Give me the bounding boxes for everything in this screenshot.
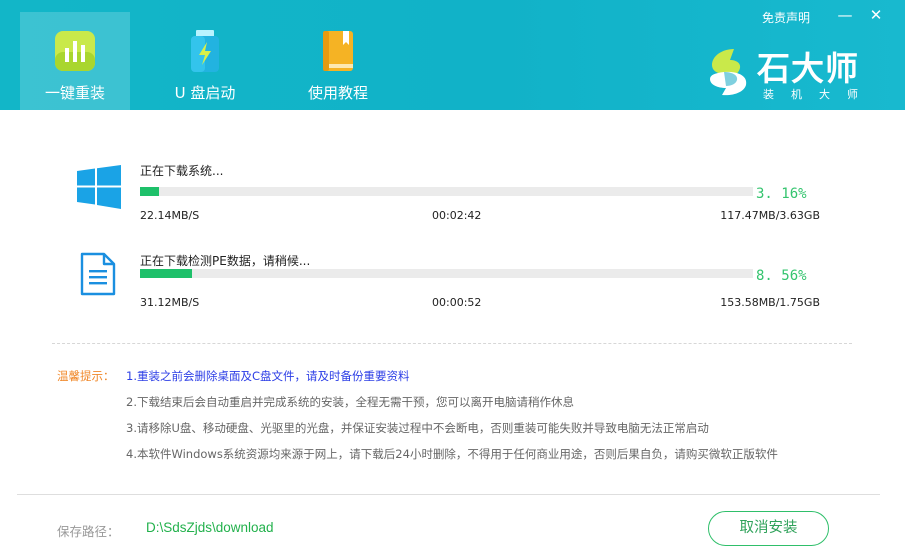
brand-logo-icon [710, 49, 747, 96]
tab-label: U 盘启动 [174, 84, 236, 102]
remaining-time: 00:00:52 [432, 296, 482, 309]
divider [17, 494, 880, 495]
tip-line: 3.请移除U盘、移动硬盘、光驱里的光盘，并保证安装过程中不会断电，否则重装可能失… [126, 421, 709, 435]
download-size: 117.47MB/3.63GB [720, 209, 820, 222]
download-title: 正在下载系统... [140, 164, 224, 178]
save-path-value[interactable]: D:\SdsZjds\download [146, 520, 274, 535]
divider [52, 343, 852, 344]
download-title: 正在下载检测PE数据，请稍候... [140, 254, 311, 268]
close-button[interactable]: ✕ [867, 6, 885, 24]
bar-chart-icon [55, 31, 95, 71]
download-speed: 31.12MB/S [140, 296, 200, 309]
tips-title: 温馨提示： [57, 369, 115, 383]
brand-subtitle: 装机大师 [763, 88, 875, 101]
cancel-install-button[interactable]: 取消安装 [708, 511, 829, 546]
progress-track [140, 269, 753, 278]
progress-percent: 8. 56% [756, 268, 807, 284]
disclaimer-link[interactable]: 免责声明 [762, 9, 810, 26]
tab-one-key-reinstall[interactable]: 一键重装 [20, 12, 130, 110]
tab-usb-boot[interactable]: U 盘启动 [150, 12, 260, 110]
remaining-time: 00:02:42 [432, 209, 482, 222]
windows-icon [77, 165, 121, 209]
brand-name: 石大师 [757, 49, 859, 88]
minimize-button[interactable]: — [836, 6, 854, 24]
tab-label: 使用教程 [307, 84, 368, 102]
progress-track [140, 187, 753, 196]
download-speed: 22.14MB/S [140, 209, 200, 222]
progress-fill [140, 269, 193, 278]
save-path-label: 保存路径： [57, 524, 120, 539]
tip-line: 1.重装之前会删除桌面及C盘文件，请及时备份重要资料 [126, 369, 410, 383]
book-icon [323, 31, 353, 71]
tip-line: 2.下载结束后会自动重启并完成系统的安装，全程无需干预，您可以离开电脑请稍作休息 [126, 395, 574, 409]
download-size: 153.58MB/1.75GB [720, 296, 820, 309]
progress-fill [140, 187, 160, 196]
document-icon [80, 252, 116, 296]
tab-tutorial[interactable]: 使用教程 [283, 12, 393, 110]
header-bar: 一键重装 U 盘启动 使用教程 免责声明 — ✕ 石大师 装机大师 [0, 0, 905, 110]
progress-percent: 3. 16% [756, 186, 807, 202]
usb-drive-icon [191, 30, 219, 72]
tab-label: 一键重装 [44, 84, 105, 102]
tip-line: 4.本软件Windows系统资源均来源于网上，请下载后24小时删除，不得用于任何… [126, 447, 778, 461]
